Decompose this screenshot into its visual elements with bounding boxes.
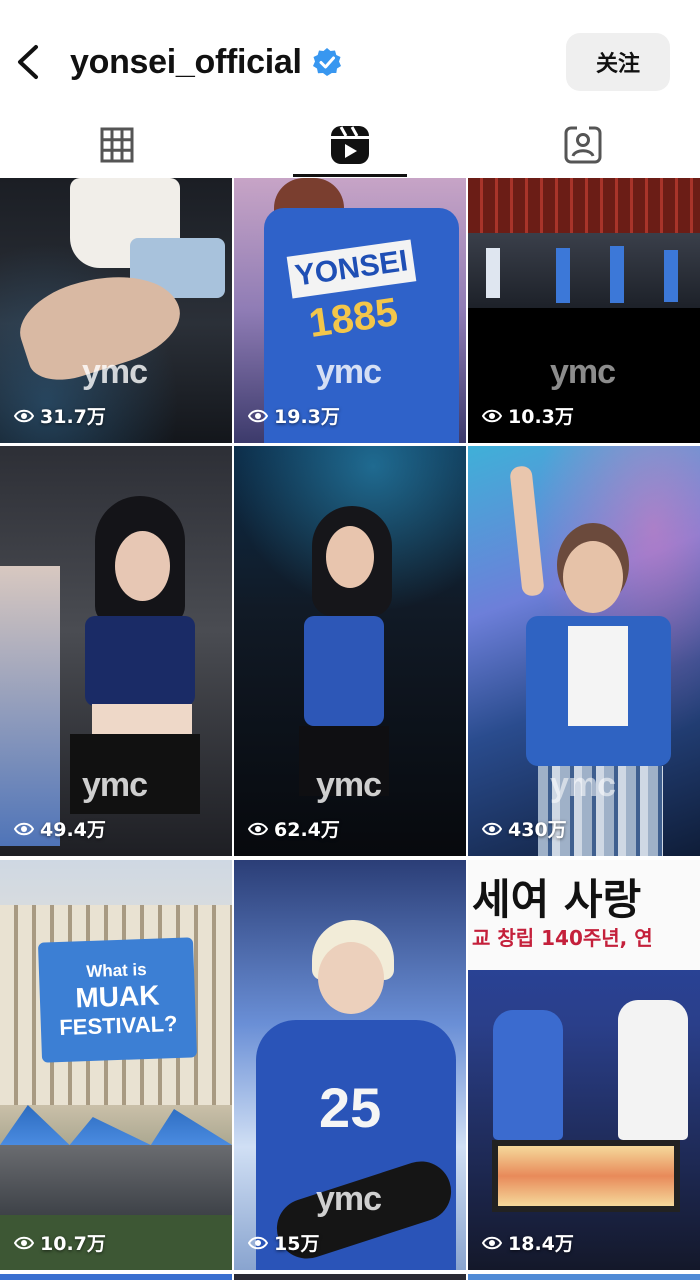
performer-figure xyxy=(326,526,374,588)
performer-figure xyxy=(493,1010,563,1140)
grid-icon xyxy=(100,127,134,168)
active-tab-indicator xyxy=(293,174,407,177)
performer-figure xyxy=(85,616,195,706)
performer-figure xyxy=(664,250,678,302)
verified-badge-icon xyxy=(312,47,342,77)
ymc-watermark: ymc xyxy=(82,766,148,804)
view-count-text: 49.4万 xyxy=(40,819,106,841)
tent xyxy=(0,1105,232,1145)
ymc-watermark: ymc xyxy=(550,353,616,391)
reel-thumbnail[interactable]: What is MUAK FESTIVAL? 10.7万 xyxy=(0,860,232,1270)
ymc-watermark: ymc xyxy=(550,766,616,804)
reel-thumbnail[interactable]: ymc 31.7万 xyxy=(0,178,232,443)
reel-thumbnail[interactable]: YONSEI 1885 ymc 19.3万 xyxy=(234,178,466,443)
tab-grid[interactable] xyxy=(0,118,233,176)
view-count-text: 31.7万 xyxy=(40,406,106,428)
reel-thumbnail[interactable] xyxy=(468,1274,700,1280)
eye-icon xyxy=(248,1236,268,1249)
chevron-left-icon[interactable] xyxy=(10,42,46,82)
ymc-watermark: ymc xyxy=(316,353,382,391)
reel-thumbnail[interactable]: ymc 49.4万 xyxy=(0,446,232,856)
crowd xyxy=(0,1145,232,1215)
eye-icon xyxy=(14,1236,34,1249)
reels-grid: ymc 31.7万 YONSEI 1885 ymc 19.3万 ymc 10.3… xyxy=(0,178,700,1280)
performer-figure xyxy=(568,626,628,726)
tagged-icon xyxy=(563,125,603,170)
eye-icon xyxy=(14,409,34,422)
view-count-text: 430万 xyxy=(508,819,567,841)
view-count: 19.3万 xyxy=(248,402,340,429)
username-group: yonsei_official xyxy=(70,40,342,84)
performer-figure xyxy=(556,248,570,303)
eye-icon xyxy=(482,1236,502,1249)
view-count: 49.4万 xyxy=(14,815,106,842)
sign-text: 세여 사랑 xyxy=(472,875,642,924)
ymc-watermark: ymc xyxy=(316,766,382,804)
eye-icon xyxy=(482,409,502,422)
view-count-text: 62.4万 xyxy=(274,819,340,841)
reel-thumbnail[interactable]: 세여 사랑 교 창립 140주년, 연 18.4万 xyxy=(468,860,700,1270)
reel-thumbnail[interactable]: 25 ymc 15万 xyxy=(234,860,466,1270)
reel-thumbnail[interactable]: ymc 62.4万 xyxy=(234,446,466,856)
view-count: 10.7万 xyxy=(14,1229,106,1256)
performer-figure xyxy=(92,704,192,734)
stage-backdrop xyxy=(468,178,700,233)
follow-button[interactable]: 关注 xyxy=(566,33,670,91)
ymc-watermark: ymc xyxy=(316,1180,382,1218)
banner-line: MUAK xyxy=(74,979,160,1014)
view-count: 15万 xyxy=(248,1229,319,1256)
eye-icon xyxy=(14,822,34,835)
view-count-text: 19.3万 xyxy=(274,406,340,428)
tab-tagged[interactable] xyxy=(466,118,699,176)
performer-figure xyxy=(486,248,500,298)
jersey-number: 25 xyxy=(319,1076,382,1139)
username-title: yonsei_official xyxy=(70,42,302,81)
performer-figure xyxy=(563,541,623,613)
reel-thumbnail[interactable]: ymc 10.3万 xyxy=(468,178,700,443)
performer-figure xyxy=(115,531,170,601)
performer-figure xyxy=(610,246,624,303)
stage-light xyxy=(492,1140,680,1212)
view-count: 430万 xyxy=(482,815,567,842)
banner-line: What is xyxy=(85,959,148,982)
reel-thumbnail[interactable] xyxy=(234,1274,466,1280)
eye-icon xyxy=(248,409,268,422)
view-count-text: 15万 xyxy=(274,1233,320,1255)
reel-thumbnail[interactable] xyxy=(0,1274,232,1280)
tab-reels[interactable] xyxy=(233,118,466,176)
ymc-watermark: ymc xyxy=(82,353,148,391)
performer-figure xyxy=(0,566,60,846)
reel-thumbnail[interactable]: ymc 430万 xyxy=(468,446,700,856)
view-count-text: 10.3万 xyxy=(508,406,574,428)
view-count: 62.4万 xyxy=(248,815,340,842)
view-count-text: 10.7万 xyxy=(40,1233,106,1255)
performer-figure xyxy=(318,942,384,1014)
profile-header: yonsei_official 关注 xyxy=(0,0,700,118)
performer-figure xyxy=(304,616,384,726)
view-count: 31.7万 xyxy=(14,402,106,429)
festival-banner: What is MUAK FESTIVAL? xyxy=(37,937,198,1063)
view-count: 10.3万 xyxy=(482,402,574,429)
performer-figure xyxy=(618,1000,688,1140)
view-count-text: 18.4万 xyxy=(508,1233,574,1255)
reels-icon xyxy=(329,124,371,171)
eye-icon xyxy=(482,822,502,835)
eye-icon xyxy=(248,822,268,835)
view-count: 18.4万 xyxy=(482,1229,574,1256)
sign-subtext: 교 창립 140주년, 연 xyxy=(472,926,653,950)
banner-line: FESTIVAL? xyxy=(58,1010,178,1041)
profile-tabs xyxy=(0,118,700,178)
